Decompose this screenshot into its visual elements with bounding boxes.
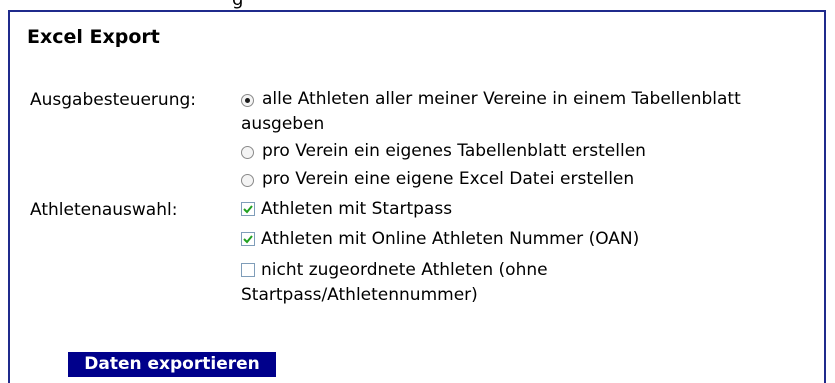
checkbox-oan-label[interactable]: Athleten mit Online Athleten Nummer (OAN… bbox=[261, 228, 639, 250]
output-control-label: Ausgabesteuerung: bbox=[30, 90, 196, 110]
radio-file-per-club[interactable] bbox=[241, 174, 254, 187]
radio-sheet-per-club-label[interactable]: pro Verein ein eigenes Tabellenblatt ers… bbox=[262, 140, 646, 162]
excel-export-panel: Excel Export bbox=[8, 10, 826, 383]
checkmark-icon bbox=[243, 205, 253, 214]
checkbox-unassigned-label-cont[interactable]: Startpass/Athletennummer) bbox=[241, 284, 478, 306]
radio-all-in-one-sheet[interactable] bbox=[241, 94, 254, 107]
checkbox-startpass[interactable] bbox=[241, 202, 255, 216]
radio-sheet-per-club[interactable] bbox=[241, 146, 254, 159]
checkbox-oan[interactable] bbox=[241, 232, 255, 246]
checkbox-unassigned-label[interactable]: nicht zugeordnete Athleten (ohne bbox=[261, 259, 548, 281]
top-strip: g bbox=[0, 0, 835, 10]
export-data-button[interactable]: Daten exportieren bbox=[68, 352, 276, 377]
checkbox-startpass-label[interactable]: Athleten mit Startpass bbox=[261, 198, 452, 220]
panel-title: Excel Export bbox=[27, 26, 160, 48]
cut-off-text: g bbox=[232, 0, 243, 10]
checkbox-unassigned[interactable] bbox=[241, 263, 255, 277]
radio-file-per-club-label[interactable]: pro Verein eine eigene Excel Datei erste… bbox=[262, 168, 634, 190]
checkmark-icon bbox=[243, 235, 253, 244]
radio-all-in-one-sheet-label-cont[interactable]: ausgeben bbox=[241, 113, 324, 135]
athlete-selection-label: Athletenauswahl: bbox=[30, 200, 178, 220]
radio-all-in-one-sheet-label[interactable]: alle Athleten aller meiner Vereine in ei… bbox=[262, 88, 741, 110]
